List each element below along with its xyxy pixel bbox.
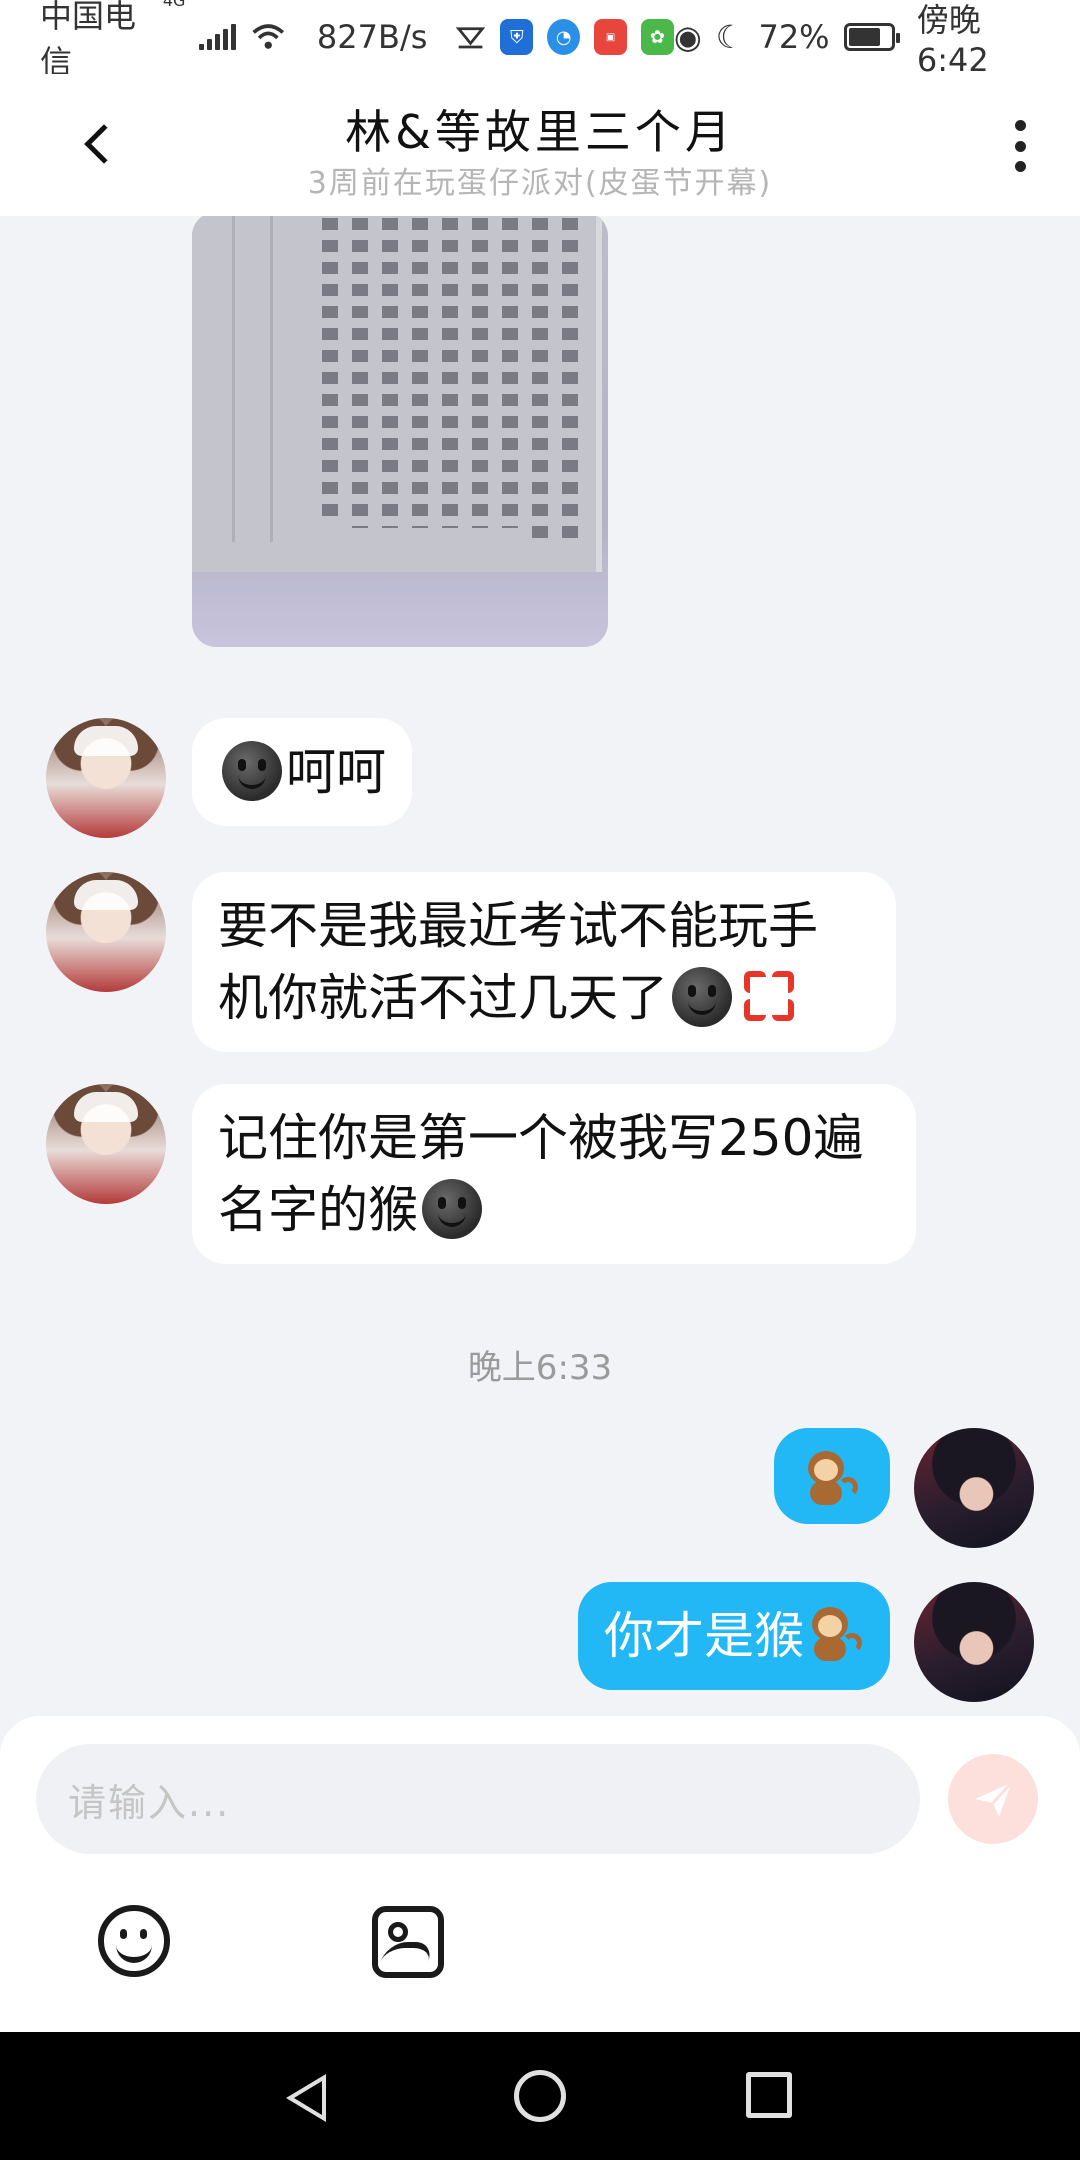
- more-dot-icon: [1014, 161, 1026, 172]
- status-left: 中国电信 4G 827B/s ⛨ ◔ ▣ ✿: [40, 0, 674, 83]
- message-list[interactable]: 呵呵 要不是我最近考试不能玩手 机你就活不过几天了 记住你是第一个被我写250遍…: [0, 216, 1080, 1716]
- smile-emoji-icon: [422, 1179, 482, 1239]
- smile-emoji-icon: [672, 967, 732, 1027]
- nav-back-icon[interactable]: [286, 2074, 326, 2122]
- message-input[interactable]: 请输入...: [36, 1744, 920, 1854]
- input-area: 请输入...: [0, 1716, 1080, 2032]
- more-options-button[interactable]: [1000, 114, 1040, 178]
- status-right: ◉ ☾ 72% 傍晚6:42: [674, 0, 1040, 79]
- my-message-bubble[interactable]: 你才是猴: [578, 1582, 890, 1690]
- eye-icon: ◉: [673, 18, 702, 56]
- nav-recent-icon[interactable]: [746, 2072, 792, 2118]
- my-avatar[interactable]: [914, 1582, 1034, 1702]
- moon-icon: ☾: [715, 18, 745, 56]
- chat-header: 林&等故里三个月 3周前在玩蛋仔派对(皮蛋节开幕): [0, 74, 1080, 216]
- shield-app-icon: ⛨: [500, 19, 534, 55]
- network-type-label: 4G: [162, 0, 186, 10]
- more-dot-icon: [1014, 140, 1026, 152]
- monkey-emoji-icon: [800, 1447, 860, 1507]
- battery-percent-label: 72%: [758, 18, 830, 56]
- photo-paper: [192, 216, 602, 572]
- message-bubble[interactable]: 记住你是第一个被我写250遍 名字的猴: [192, 1084, 916, 1264]
- send-button[interactable]: [948, 1754, 1038, 1844]
- system-nav-bar: [0, 2032, 1080, 2160]
- send-icon: [975, 1781, 1013, 1817]
- game-app-icon: ✿: [641, 19, 674, 55]
- browser-app-icon: ◔: [547, 19, 581, 55]
- message-bubble[interactable]: 呵呵: [192, 718, 412, 826]
- message-timestamp: 晚上6:33: [467, 1348, 613, 1388]
- chat-screen: 中国电信 4G 827B/s ⛨ ◔ ▣ ✿ ◉ ☾ 72% 傍晚6:42 林&…: [0, 0, 1080, 2160]
- message-text-line: 名字的猴: [218, 1174, 890, 1246]
- huawei-app-icon: ▣: [594, 19, 627, 55]
- carrier-label: 中国电信: [40, 0, 137, 81]
- image-message[interactable]: [192, 216, 608, 647]
- my-avatar[interactable]: [914, 1428, 1034, 1548]
- status-bar: 中国电信 4G 827B/s ⛨ ◔ ▣ ✿ ◉ ☾ 72% 傍晚6:42: [0, 0, 1080, 81]
- image-icon[interactable]: [372, 1906, 444, 1978]
- my-message-bubble[interactable]: [774, 1428, 890, 1524]
- data-speed-label: 827B/s: [316, 18, 428, 56]
- battery-icon: [843, 23, 901, 51]
- contact-avatar[interactable]: [46, 872, 166, 992]
- chat-title: 林&等故里三个月: [345, 105, 735, 159]
- monkey-emoji-icon: [804, 1603, 864, 1663]
- wifi-icon: [252, 24, 285, 49]
- message-text-line: 记住你是第一个被我写250遍: [218, 1109, 864, 1167]
- more-dot-icon: [1014, 120, 1026, 131]
- contact-avatar[interactable]: [46, 718, 166, 838]
- contact-avatar[interactable]: [46, 1084, 166, 1204]
- nav-home-icon[interactable]: [514, 2070, 566, 2122]
- anger-emoji-icon: [740, 967, 798, 1025]
- message-text-line: 机你就活不过几天了: [218, 962, 870, 1034]
- smile-emoji-icon: [222, 741, 282, 801]
- notification-icon: [456, 27, 486, 49]
- message-text: 呵呵: [286, 743, 386, 801]
- signal-icon: [199, 24, 237, 50]
- message-text: 你才是猴: [604, 1607, 804, 1665]
- message-bubble[interactable]: 要不是我最近考试不能玩手 机你就活不过几天了: [192, 872, 896, 1052]
- time-label: 傍晚6:42: [916, 1, 989, 79]
- message-text-line: 要不是我最近考试不能玩手: [218, 897, 818, 955]
- chat-subtitle: 3周前在玩蛋仔派对(皮蛋节开幕): [307, 166, 773, 201]
- emoji-icon[interactable]: [98, 1905, 170, 1977]
